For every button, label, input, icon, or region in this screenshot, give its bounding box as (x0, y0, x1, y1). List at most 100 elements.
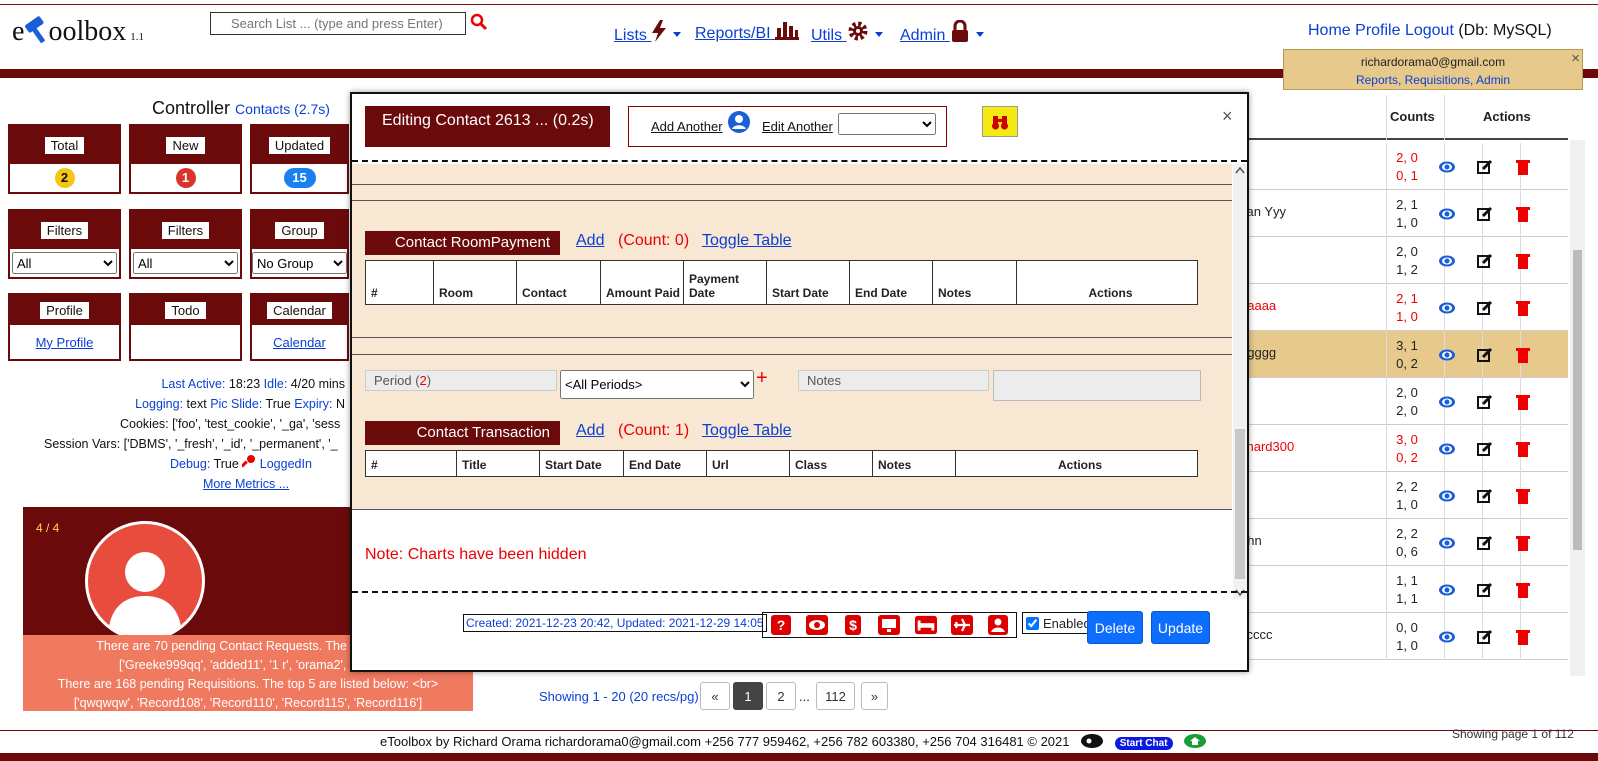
add-period-icon[interactable]: + (756, 367, 768, 390)
delete-trash-icon[interactable] (1504, 378, 1542, 425)
plane-icon[interactable] (950, 614, 973, 636)
transaction-toggle-link[interactable]: Toggle Table (702, 422, 792, 440)
table-row[interactable]: 2, 0 1, 2 (1240, 237, 1568, 284)
edit-icon[interactable] (1466, 331, 1504, 378)
delete-trash-icon[interactable] (1504, 425, 1542, 472)
view-eye-icon[interactable] (1428, 566, 1466, 613)
filter-select-2[interactable]: All (133, 252, 238, 274)
edit-icon[interactable] (1466, 378, 1504, 425)
search-icon[interactable] (470, 13, 488, 31)
home-link[interactable]: Home (1308, 22, 1351, 39)
table-scrollbar[interactable] (1570, 140, 1585, 676)
filter-select-1[interactable]: All (12, 252, 117, 274)
edit-icon[interactable] (1466, 237, 1504, 284)
edit-icon[interactable] (1466, 519, 1504, 566)
enabled-toggle[interactable]: Enabled (1022, 612, 1095, 634)
modal-scrollbar[interactable] (1233, 164, 1247, 599)
delete-trash-icon[interactable] (1504, 613, 1542, 660)
room-toggle-link[interactable]: Toggle Table (702, 232, 792, 250)
view-eye-icon[interactable] (1428, 237, 1466, 284)
transaction-add-link[interactable]: Add (576, 422, 604, 440)
view-eye-icon[interactable] (1428, 284, 1466, 331)
help-icon[interactable]: ? (770, 614, 792, 636)
edit-icon[interactable] (1466, 472, 1504, 519)
edit-icon[interactable] (1466, 190, 1504, 237)
table-row[interactable]: 2, 0 0, 1 (1240, 143, 1568, 190)
user-circle-icon[interactable] (728, 111, 750, 133)
table-row[interactable]: ccccc 0, 0 1, 0 (1240, 613, 1568, 660)
edit-icon[interactable] (1466, 613, 1504, 660)
delete-trash-icon[interactable] (1504, 566, 1542, 613)
edit-icon[interactable] (1466, 566, 1504, 613)
add-another-link[interactable]: Add Another (651, 119, 723, 134)
view-eye-icon[interactable] (1428, 519, 1466, 566)
user-icon[interactable] (987, 614, 1009, 636)
find-button[interactable] (982, 106, 1018, 137)
update-button[interactable]: Update (1151, 611, 1210, 644)
monitor-icon[interactable] (878, 614, 901, 636)
page-last[interactable]: 112 (816, 682, 855, 710)
view-eye-icon[interactable] (1428, 472, 1466, 519)
page-2[interactable]: 2 (766, 682, 796, 710)
eye-icon[interactable] (806, 614, 829, 636)
delete-trash-icon[interactable] (1504, 472, 1542, 519)
view-eye-icon[interactable] (1428, 331, 1466, 378)
profile-link[interactable]: Profile (1355, 22, 1400, 39)
table-row[interactable]: ggggg 3, 1 0, 2 (1240, 331, 1568, 378)
start-chat-button[interactable]: Start Chat (1114, 737, 1173, 750)
table-row[interactable]: 2, 2 1, 0 (1240, 472, 1568, 519)
table-row[interactable]: san Yyy 2, 1 1, 0 (1240, 190, 1568, 237)
edit-icon[interactable] (1466, 425, 1504, 472)
table-row[interactable]: aaaaa 2, 1 1, 0 (1240, 284, 1568, 331)
view-eye-icon[interactable] (1428, 613, 1466, 660)
delete-trash-icon[interactable] (1504, 237, 1542, 284)
period-select[interactable]: <All Periods> (560, 370, 754, 399)
view-eye-icon[interactable] (1428, 378, 1466, 425)
page-next[interactable]: » (861, 682, 888, 710)
close-icon[interactable]: × (1222, 106, 1233, 127)
user-roles[interactable]: Reports, Requisitions, Admin (1284, 71, 1582, 89)
view-eye-icon[interactable] (1428, 190, 1466, 237)
delete-trash-icon[interactable] (1504, 284, 1542, 331)
notes-input[interactable] (993, 370, 1201, 401)
logout-link[interactable]: Logout (1405, 22, 1454, 39)
bed-icon[interactable] (914, 614, 937, 636)
delete-button[interactable]: Delete (1087, 611, 1143, 644)
page-1[interactable]: 1 (733, 682, 763, 710)
enabled-checkbox[interactable] (1026, 616, 1039, 630)
room-add-link[interactable]: Add (576, 232, 604, 250)
delete-trash-icon[interactable] (1504, 331, 1542, 378)
nav-admin[interactable]: Admin (900, 19, 984, 45)
page-prev[interactable]: « (700, 682, 730, 710)
view-eye-icon[interactable] (1428, 425, 1466, 472)
view-eye-icon[interactable] (1428, 143, 1466, 190)
nav-utils[interactable]: Utils (811, 20, 883, 45)
home-icon[interactable] (1184, 734, 1207, 748)
more-metrics-link[interactable]: More Metrics ... (203, 477, 289, 491)
group-select[interactable]: No Group (252, 252, 347, 274)
edit-another-select[interactable] (838, 113, 936, 135)
edit-another-link[interactable]: Edit Another (762, 119, 833, 134)
column-header: Url (707, 451, 790, 476)
key-icon[interactable] (1081, 734, 1104, 748)
table-row[interactable]: ohn 2, 2 0, 6 (1240, 519, 1568, 566)
scroll-up-icon[interactable] (1235, 166, 1245, 174)
loggedin-link[interactable]: LoggedIn (260, 457, 312, 471)
delete-trash-icon[interactable] (1504, 143, 1542, 190)
app-logo[interactable]: e oolbox 1.1 (12, 14, 144, 48)
edit-icon[interactable] (1466, 284, 1504, 331)
edit-icon[interactable] (1466, 143, 1504, 190)
nav-reports[interactable]: Reports/BI (695, 20, 800, 43)
calendar-link[interactable]: Calendar (273, 335, 326, 350)
controller-subtitle[interactable]: Contacts (2.7s) (235, 101, 330, 117)
nav-lists[interactable]: Lists (614, 20, 682, 45)
delete-trash-icon[interactable] (1504, 190, 1542, 237)
close-icon[interactable]: × (1571, 50, 1580, 68)
table-row[interactable]: 2, 0 2, 0 (1240, 378, 1568, 425)
my-profile-link[interactable]: My Profile (36, 335, 94, 350)
dollar-icon[interactable]: $ (842, 614, 864, 636)
search-input[interactable] (210, 12, 466, 35)
table-row[interactable]: 1, 1 1, 1 (1240, 566, 1568, 613)
table-row[interactable]: chard300 3, 0 0, 2 (1240, 425, 1568, 472)
delete-trash-icon[interactable] (1504, 519, 1542, 566)
